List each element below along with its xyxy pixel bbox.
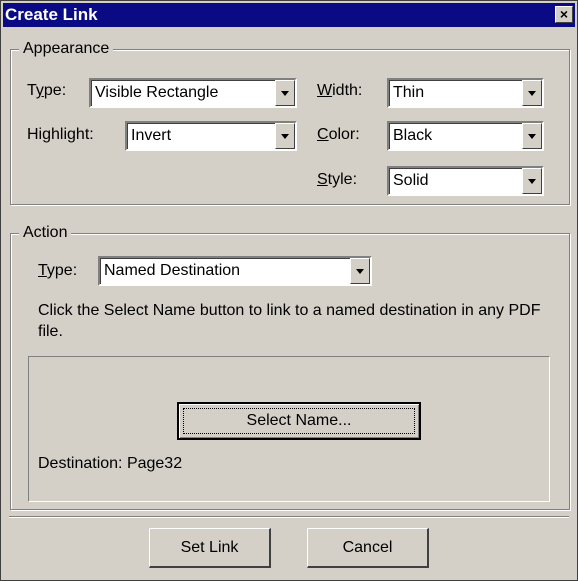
color-label: Color: <box>317 126 360 143</box>
appearance-group-label: Appearance <box>19 39 114 59</box>
footer-separator <box>9 516 569 518</box>
chevron-down-icon[interactable] <box>522 168 542 194</box>
create-link-dialog: Create Link × Appearance Type: Visible R… <box>0 0 578 581</box>
chevron-down-icon[interactable] <box>275 123 295 149</box>
set-link-label: Set Link <box>180 538 239 556</box>
highlight-dropdown[interactable]: Invert <box>125 121 297 151</box>
cancel-label: Cancel <box>342 538 393 556</box>
appearance-type-value: Visible Rectangle <box>95 84 219 101</box>
destination-text: Destination: Page32 <box>38 455 183 472</box>
action-type-value: Named Destination <box>104 262 241 279</box>
width-dropdown[interactable]: Thin <box>387 78 544 108</box>
style-dropdown[interactable]: Solid <box>387 166 544 196</box>
chevron-down-icon[interactable] <box>350 258 370 284</box>
window-title: Create Link <box>5 5 98 24</box>
width-value: Thin <box>393 84 425 101</box>
close-icon[interactable]: × <box>555 6 573 23</box>
action-type-dropdown[interactable]: Named Destination <box>98 256 372 286</box>
set-link-button[interactable]: Set Link <box>149 528 271 568</box>
action-description: Click the Select Name button to link to … <box>38 302 541 340</box>
color-value: Black <box>393 127 433 144</box>
chevron-down-icon[interactable] <box>522 80 542 106</box>
action-group-label: Action <box>19 223 72 243</box>
select-name-label: Select Name... <box>246 412 352 429</box>
action-type-label: Type: <box>38 262 78 279</box>
appearance-type-label: Type: <box>27 82 67 99</box>
appearance-type-dropdown[interactable]: Visible Rectangle <box>89 78 297 108</box>
select-name-button[interactable]: Select Name... <box>177 402 421 440</box>
highlight-value: Invert <box>131 127 172 144</box>
style-value: Solid <box>393 172 429 189</box>
width-label: Width: <box>317 82 363 99</box>
style-label: Style: <box>317 171 358 188</box>
title-bar[interactable]: Create Link × <box>3 3 575 27</box>
chevron-down-icon[interactable] <box>275 80 295 106</box>
highlight-label: Highlight: <box>27 126 94 143</box>
color-dropdown[interactable]: Black <box>387 121 544 151</box>
chevron-down-icon[interactable] <box>522 123 542 149</box>
cancel-button[interactable]: Cancel <box>307 528 429 568</box>
